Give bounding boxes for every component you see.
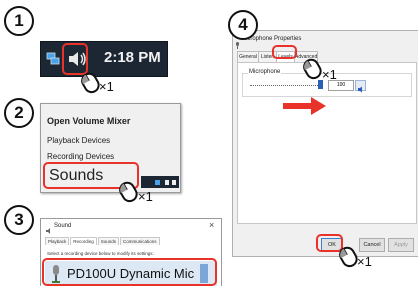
tab-communications[interactable]: Communications [120,237,160,245]
sound-tabs: Playback Recording Sounds Communications [45,237,161,247]
device-highlight [42,258,217,286]
menu-item-open-volume-mixer[interactable]: Open Volume Mixer [47,116,130,126]
apply-button[interactable]: Apply [388,238,414,252]
sound-dialog-title: Sound [54,223,72,229]
menu-item-playback-devices[interactable]: Playback Devices [47,136,110,145]
step-number-1: 1 [4,6,34,36]
tab-sounds[interactable]: Sounds [97,237,120,245]
click-count-levels: ×1 [322,67,337,82]
tab-recording[interactable]: Recording [70,237,97,245]
taskbar: 2:18 PM [40,41,168,77]
right-arrow-icon [283,97,326,115]
close-icon[interactable]: × [209,220,214,230]
cancel-button[interactable]: Cancel [359,238,385,252]
click-count-ok: ×1 [357,254,372,269]
click-count-1: ×1 [99,79,114,94]
levels-tab-highlight [272,45,297,59]
tab-playback[interactable]: Playback [45,237,70,245]
step-number-4: 4 [228,10,258,40]
menu-item-recording-devices[interactable]: Recording Devices [47,152,114,161]
recording-instruction: Select a recording device below to modif… [47,251,154,256]
step-number-2: 2 [4,98,34,128]
network-icon[interactable] [46,52,60,71]
step-number-3: 3 [4,205,34,235]
level-slider-track[interactable] [250,85,320,86]
microphone-label: Microphone [248,69,282,75]
taskbar-fragment [141,176,179,188]
levels-pane: Microphone 100 [237,62,417,224]
speaker-mute-icon[interactable] [355,80,366,93]
click-count-2: ×1 [138,189,153,204]
taskbar-clock[interactable]: 2:18 PM [104,49,161,66]
